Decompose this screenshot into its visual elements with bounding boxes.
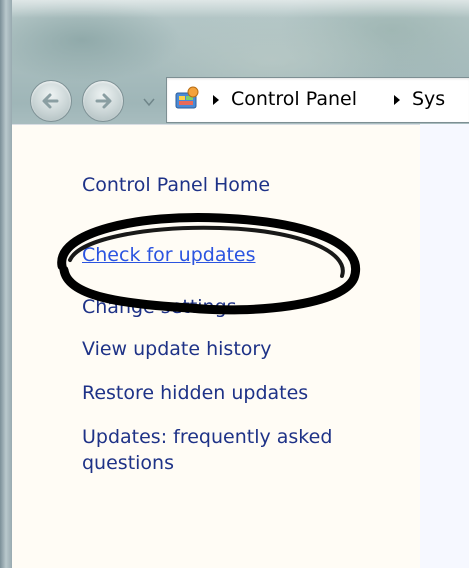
breadcrumb-system[interactable]: Sys (412, 87, 445, 111)
change-settings-link[interactable]: Change settings (82, 294, 237, 320)
back-button[interactable] (30, 80, 72, 122)
view-update-history-link[interactable]: View update history (82, 336, 271, 362)
task-pane: Control Panel Home Check for updates Cha… (12, 124, 420, 568)
control-panel-window: Control Panel Sys Control Panel Home Che… (0, 0, 469, 568)
control-panel-home-link[interactable]: Control Panel Home (82, 172, 270, 198)
forward-button[interactable] (82, 80, 124, 122)
task-pane-divider (12, 124, 420, 125)
back-arrow-icon (42, 93, 59, 109)
content-area: Control Panel Home Check for updates Cha… (12, 124, 469, 568)
breadcrumb-arrow-icon[interactable] (211, 94, 221, 106)
breadcrumb-arrow-icon[interactable] (392, 94, 402, 106)
window-frame-sheen (12, 0, 469, 18)
restore-hidden-updates-link[interactable]: Restore hidden updates (82, 380, 308, 406)
chevron-down-icon[interactable] (142, 96, 156, 108)
updates-faq-link[interactable]: Updates: frequently asked questions (82, 424, 362, 476)
control-panel-icon (175, 86, 199, 109)
address-bar[interactable]: Control Panel Sys (166, 77, 469, 123)
check-for-updates-link[interactable]: Check for updates (82, 242, 256, 268)
forward-arrow-icon (95, 93, 112, 109)
breadcrumb-control-panel[interactable]: Control Panel (231, 87, 357, 111)
window-frame-left-edge (0, 0, 12, 568)
